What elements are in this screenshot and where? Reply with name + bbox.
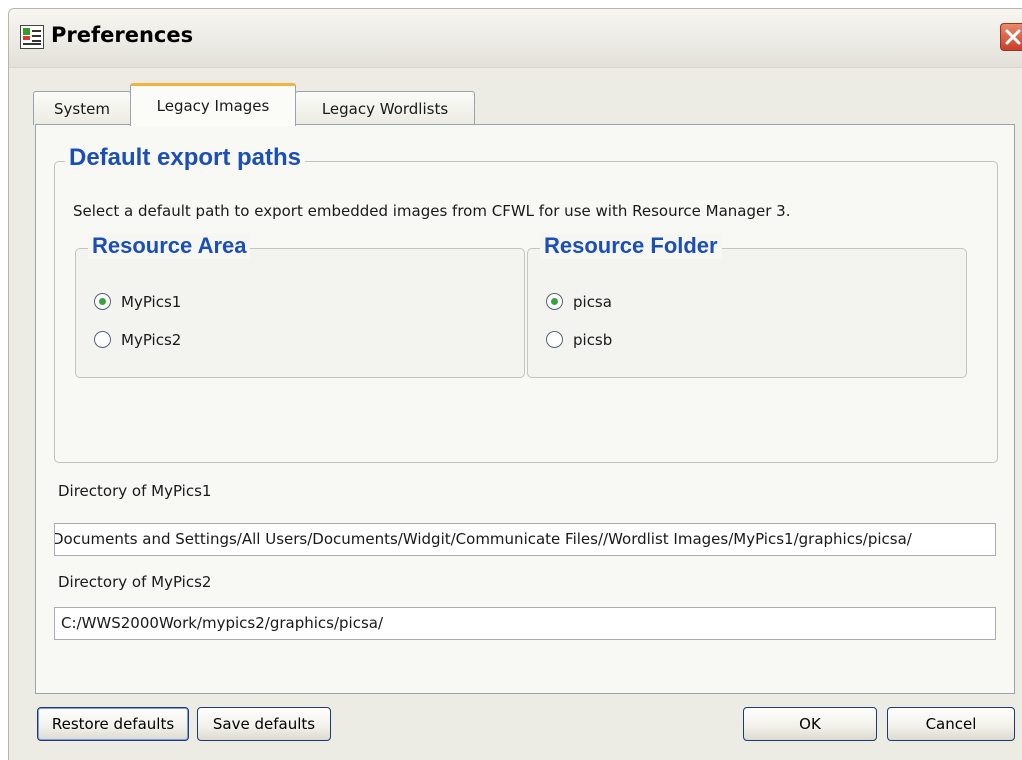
resource-folder-group: Resource Folder picsa picsb: [527, 233, 967, 378]
window-title: Preferences: [51, 23, 194, 47]
resource-area-group: Resource Area MyPics1 MyPics2: [75, 233, 525, 378]
tab-legacy-wordlists[interactable]: Legacy Wordlists: [295, 91, 475, 125]
mypics2-directory-value: C:/WWS2000Work/mypics2/graphics/picsa/: [61, 614, 384, 632]
radio-mypics2[interactable]: MyPics2: [94, 329, 181, 351]
mypics1-directory-field[interactable]: Documents and Settings/All Users/Documen…: [54, 523, 996, 556]
radio-button[interactable]: [546, 331, 563, 348]
save-defaults-button[interactable]: Save defaults: [197, 707, 331, 741]
tab-legacy-images[interactable]: Legacy Images: [130, 83, 296, 126]
preferences-app-icon: [20, 25, 44, 49]
cancel-button[interactable]: Cancel: [887, 707, 1015, 741]
radio-label: MyPics1: [121, 293, 182, 311]
radio-button-checked[interactable]: [94, 293, 111, 310]
restore-defaults-button[interactable]: Restore defaults: [37, 707, 189, 741]
resource-folder-title: Resource Folder: [540, 233, 722, 259]
mypics1-directory-label: Directory of MyPics1: [58, 482, 212, 500]
mypics2-directory-field[interactable]: C:/WWS2000Work/mypics2/graphics/picsa/: [54, 607, 996, 640]
title-bar[interactable]: Preferences: [9, 9, 1022, 68]
resource-area-title: Resource Area: [88, 233, 251, 259]
radio-label: MyPics2: [121, 331, 182, 349]
mypics1-directory-value: Documents and Settings/All Users/Documen…: [54, 530, 912, 548]
radio-label: picsb: [573, 331, 613, 349]
radio-picsb[interactable]: picsb: [546, 329, 612, 351]
default-export-paths-title: Default export paths: [65, 144, 306, 172]
tab-system[interactable]: System: [33, 91, 131, 125]
default-export-paths-group: Default export paths Select a default pa…: [54, 144, 998, 463]
export-description: Select a default path to export embedded…: [73, 202, 791, 220]
radio-picsa[interactable]: picsa: [546, 291, 612, 313]
close-icon: [1005, 29, 1021, 45]
mypics2-directory-label: Directory of MyPics2: [58, 573, 212, 591]
radio-label: picsa: [573, 293, 612, 311]
ok-button[interactable]: OK: [743, 707, 877, 741]
preferences-dialog: Preferences System Legacy Images Legacy …: [8, 8, 1022, 760]
radio-button-checked[interactable]: [546, 293, 563, 310]
legacy-images-panel: Default export paths Select a default pa…: [35, 124, 1015, 694]
close-button[interactable]: [1000, 23, 1022, 51]
radio-mypics1[interactable]: MyPics1: [94, 291, 181, 313]
radio-button[interactable]: [94, 331, 111, 348]
